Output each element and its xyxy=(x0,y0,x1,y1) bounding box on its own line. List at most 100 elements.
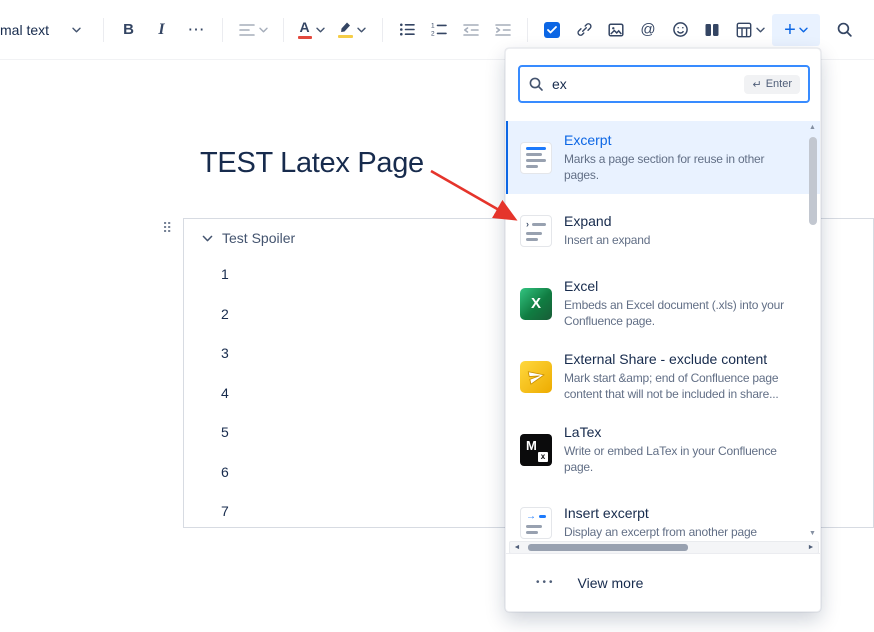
paper-plane-icon xyxy=(526,366,546,386)
menu-item-description: Marks a page section for reuse in other … xyxy=(564,151,798,183)
menu-item-external-share[interactable]: External Share - exclude content Mark st… xyxy=(506,340,821,413)
emoji-button[interactable] xyxy=(664,14,696,46)
latex-m-letter: M xyxy=(526,439,537,452)
list-number: 1 xyxy=(221,255,229,295)
menu-item-title: Insert excerpt xyxy=(564,505,798,521)
task-list-button[interactable] xyxy=(536,14,568,46)
spoiler-toggle[interactable]: Test Spoiler xyxy=(202,230,295,246)
tiny-arrow-icon: → xyxy=(526,512,536,522)
insert-plus-dropdown[interactable]: + xyxy=(772,14,820,46)
spoiler-title: Test Spoiler xyxy=(222,230,295,246)
chevron-down-icon xyxy=(202,235,213,242)
more-dots-icon: ••• xyxy=(536,577,556,588)
text-style-label: mal text xyxy=(0,22,49,38)
drag-handle-icon[interactable]: ⠿ xyxy=(162,221,172,235)
numbered-list-icon: 12 xyxy=(431,22,447,37)
outdent-button[interactable] xyxy=(455,14,487,46)
horizontal-scroll-track[interactable] xyxy=(524,542,804,553)
image-button[interactable] xyxy=(600,14,632,46)
scroll-up-icon[interactable]: ▲ xyxy=(809,123,816,133)
menu-item-excel[interactable]: X Excel Embeds an Excel document (.xls) … xyxy=(506,267,821,340)
scroll-down-icon[interactable]: ▼ xyxy=(809,529,816,539)
enter-hint-badge: ↵ Enter xyxy=(744,75,800,94)
table-icon xyxy=(736,22,752,38)
link-button[interactable] xyxy=(568,14,600,46)
svg-text:2: 2 xyxy=(431,31,435,37)
vertical-scroll-thumb[interactable] xyxy=(809,137,817,225)
search-icon xyxy=(528,76,544,92)
list-number: 7 xyxy=(221,492,229,528)
enter-label: Enter xyxy=(766,78,792,90)
view-more-button[interactable]: View more xyxy=(578,575,644,591)
mention-button[interactable]: @ xyxy=(632,14,664,46)
menu-item-latex[interactable]: M x LaTex Write or embed LaTex in your C… xyxy=(506,413,821,486)
plus-icon: + xyxy=(784,20,796,40)
enter-symbol-icon: ↵ xyxy=(752,78,761,91)
color-letter: A xyxy=(299,20,309,34)
menu-item-description: Insert an expand xyxy=(564,232,798,248)
menu-item-excerpt[interactable]: Excerpt Marks a page section for reuse i… xyxy=(506,121,821,194)
menu-item-insert-excerpt[interactable]: → Insert excerpt Display an excerpt from… xyxy=(506,486,821,541)
menu-item-title: Excerpt xyxy=(564,132,798,148)
external-share-icon xyxy=(520,361,552,393)
toolbar-separator xyxy=(103,18,104,42)
toolbar-search-button[interactable] xyxy=(826,14,862,46)
scroll-right-icon[interactable]: ► xyxy=(804,542,818,553)
numbered-list-button[interactable]: 12 xyxy=(423,14,455,46)
menu-item-title: Expand xyxy=(564,213,798,229)
latex-icon: M x xyxy=(520,434,552,466)
text-style-dropdown[interactable]: mal text xyxy=(0,14,95,46)
italic-button[interactable]: I xyxy=(145,14,178,46)
bullet-list-button[interactable] xyxy=(391,14,423,46)
horizontal-scroll-thumb[interactable] xyxy=(528,544,688,551)
macro-search-box[interactable]: ↵ Enter xyxy=(518,65,810,103)
link-icon xyxy=(576,21,593,38)
insert-excerpt-icon: → xyxy=(520,507,552,539)
toolbar-separator xyxy=(283,18,284,42)
bold-label: B xyxy=(123,21,134,38)
chevron-down-icon xyxy=(357,27,366,33)
bold-button[interactable]: B xyxy=(112,14,145,46)
more-formatting-button[interactable]: ⋯ xyxy=(178,14,214,46)
search-icon xyxy=(836,21,853,38)
vertical-scrollbar[interactable]: ▲ ▼ xyxy=(807,123,818,539)
yellow-color-bar xyxy=(338,35,353,38)
highlight-color-dropdown[interactable] xyxy=(330,14,374,46)
emoji-smiley-icon xyxy=(672,21,689,38)
excerpt-icon xyxy=(520,142,552,174)
scroll-left-icon[interactable]: ◄ xyxy=(510,542,524,553)
chevron-down-icon xyxy=(72,27,81,33)
page-title: TEST Latex Page xyxy=(200,147,424,180)
excel-icon: X xyxy=(520,288,552,320)
chevron-down-icon xyxy=(756,27,765,33)
insert-menu-popup: ↵ Enter Excerpt Marks a page section for… xyxy=(505,48,821,612)
alignment-dropdown[interactable] xyxy=(231,14,275,46)
indent-button[interactable] xyxy=(487,14,519,46)
menu-item-title: LaTex xyxy=(564,424,798,440)
mention-at-icon: @ xyxy=(640,21,655,38)
task-checkbox-icon xyxy=(544,22,560,38)
spoiler-content: 1 2 3 4 5 6 7 xyxy=(221,255,229,528)
italic-label: I xyxy=(158,21,164,39)
image-icon xyxy=(608,22,624,38)
menu-item-expand[interactable]: › Expand Insert an expand xyxy=(506,194,821,267)
macro-search-input[interactable] xyxy=(552,76,736,92)
toolbar-separator xyxy=(222,18,223,42)
tiny-chevron-icon: › xyxy=(526,220,529,229)
layouts-button[interactable] xyxy=(696,14,728,46)
excel-x-letter: X xyxy=(531,295,541,312)
vertical-scroll-track[interactable] xyxy=(807,133,818,529)
list-number: 3 xyxy=(221,334,229,374)
macro-results-list: Excerpt Marks a page section for reuse i… xyxy=(506,121,821,541)
highlighter-icon xyxy=(338,21,353,38)
chevron-down-icon xyxy=(799,27,808,33)
list-number: 2 xyxy=(221,295,229,335)
text-color-icon: A xyxy=(298,20,312,39)
menu-item-description: Embeds an Excel document (.xls) into you… xyxy=(564,297,798,329)
bullet-list-icon xyxy=(399,22,415,37)
menu-item-description: Display an excerpt from another page xyxy=(564,524,798,540)
red-color-bar xyxy=(298,36,312,39)
table-dropdown[interactable] xyxy=(728,14,772,46)
text-color-dropdown[interactable]: A xyxy=(292,14,330,46)
menu-item-title: External Share - exclude content xyxy=(564,351,798,367)
